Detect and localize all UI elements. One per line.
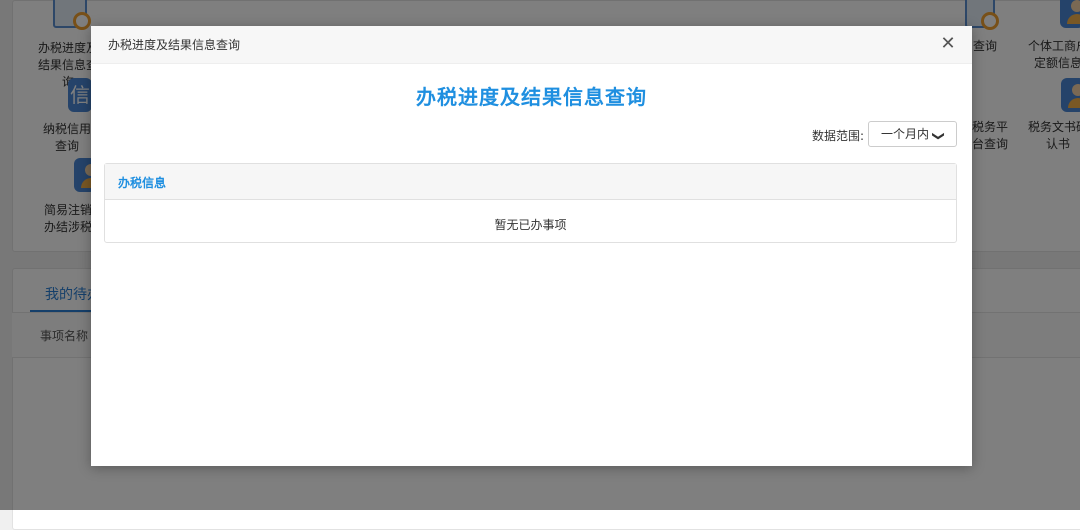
dialog-title: 办税进度及结果信息查询 — [108, 38, 241, 52]
empty-state-message: 暂无已办事项 — [494, 218, 567, 232]
tax-info-header: 办税信息 — [105, 164, 956, 200]
close-icon: ✕ — [940, 33, 956, 54]
chevron-down-icon: ❯ — [931, 130, 946, 142]
progress-query-dialog: 办税进度及结果信息查询 ✕ 办税进度及结果信息查询 数据范围: 一个月内 ❯ 办… — [91, 26, 972, 466]
close-button[interactable]: ✕ — [938, 34, 958, 54]
data-range-value: 一个月内 — [881, 127, 930, 141]
tax-info-title: 办税信息 — [118, 176, 167, 190]
page-title: 办税进度及结果信息查询 — [416, 85, 647, 109]
dialog-header: 办税进度及结果信息查询 ✕ — [91, 26, 972, 64]
data-range-label: 数据范围: — [812, 129, 865, 143]
tax-info-panel: 办税信息 暂无已办事项 — [104, 163, 957, 243]
data-range-select[interactable]: 一个月内 ❯ — [868, 121, 957, 147]
